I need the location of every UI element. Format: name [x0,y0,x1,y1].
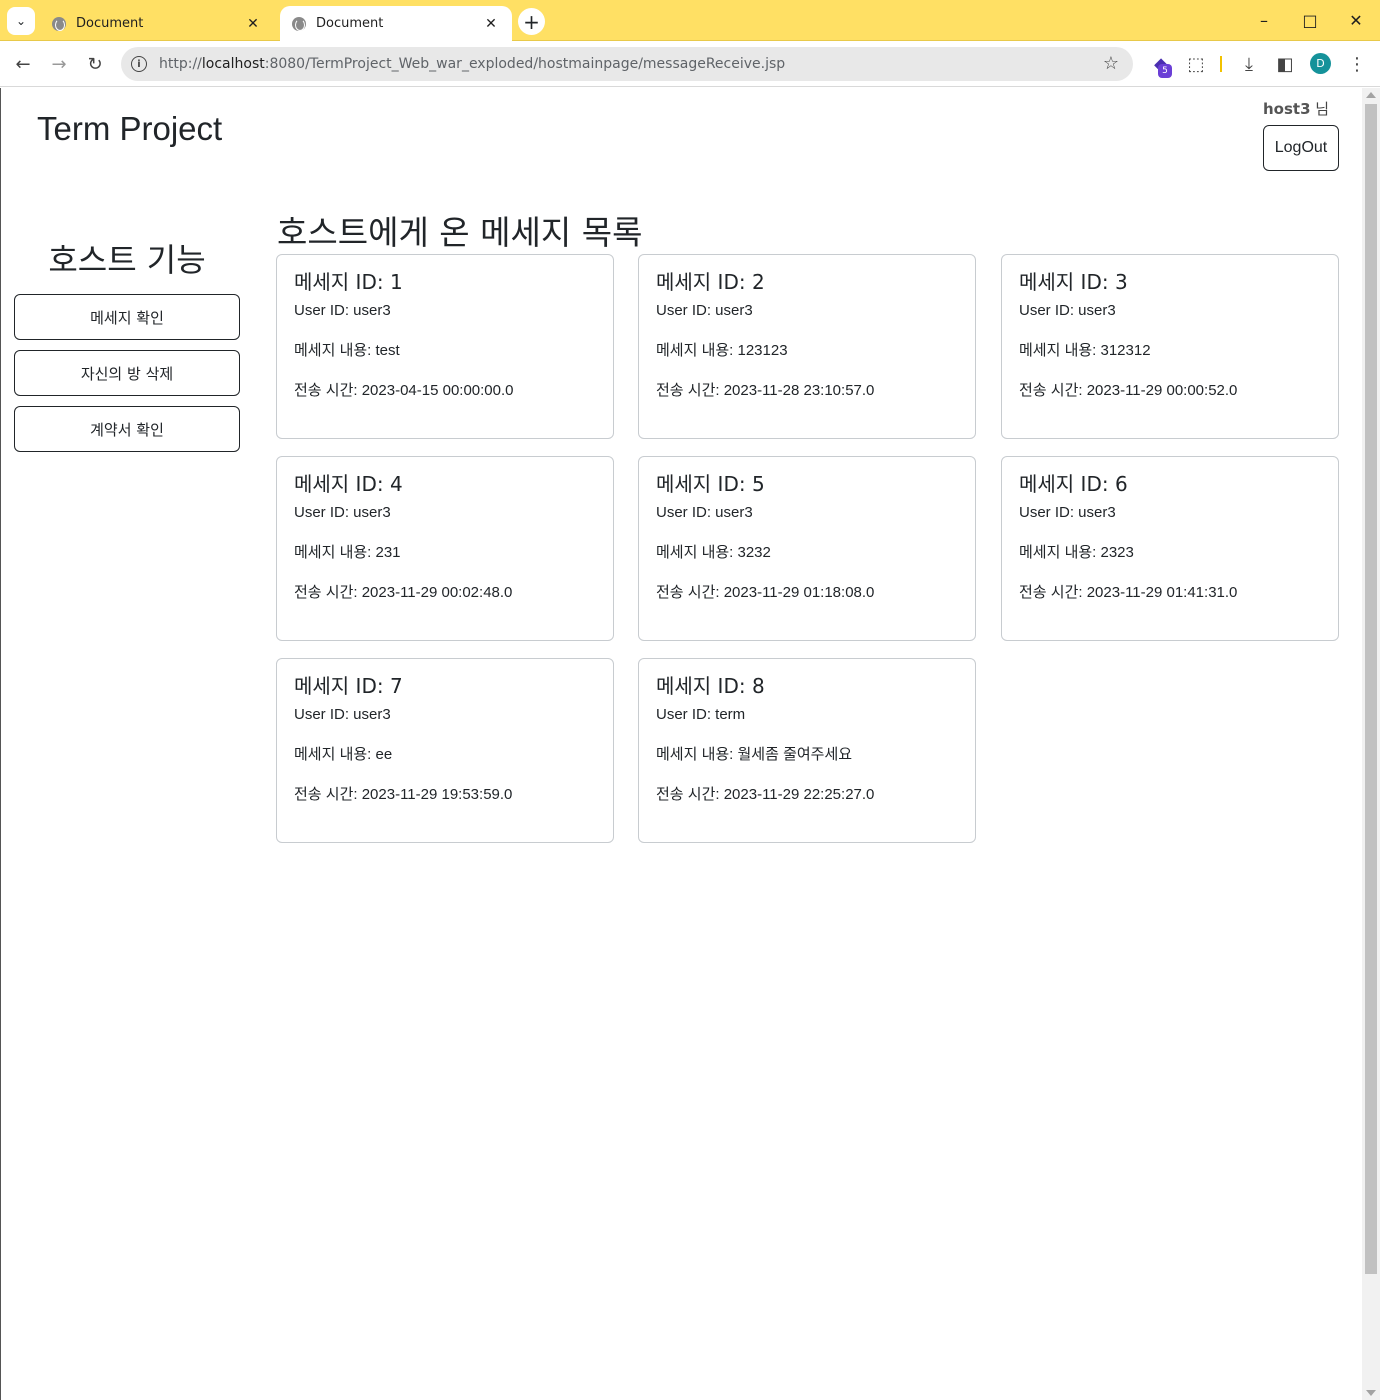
close-tab-icon[interactable]: ✕ [244,15,262,33]
message-id: 메세지 ID: 5 [656,472,765,496]
message-user-id: User ID: user3 [656,302,753,319]
message-user-id: User ID: user3 [1019,504,1116,521]
site-info-icon[interactable]: i [131,56,147,72]
minimize-icon: – [1260,11,1268,30]
globe-icon [292,16,306,31]
message-time: 전송 시간: 2023-11-29 01:18:08.0 [656,584,875,601]
message-time: 전송 시간: 2023-11-28 23:10:57.0 [656,382,875,399]
maximize-button[interactable]: □ [1287,0,1333,41]
message-user-id: User ID: user3 [294,706,391,723]
url-text: http://localhost:8080/TermProject_Web_wa… [159,56,786,72]
sidebar-title: 호스트 기능 [48,241,206,279]
address-bar[interactable]: i http://localhost:8080/TermProject_Web_… [121,47,1133,81]
message-card: 메세지 ID: 4 User ID: user3 메세지 내용: 231 전송 … [276,456,614,641]
sidebar-item-contract-check[interactable]: 계약서 확인 [14,406,240,452]
forward-button[interactable]: → [45,50,73,78]
message-content: 메세지 내용: test [294,342,400,359]
message-time: 전송 시간: 2023-11-29 19:53:59.0 [294,786,513,803]
message-time: 전송 시간: 2023-11-29 00:02:48.0 [294,584,513,601]
close-window-button[interactable]: ✕ [1333,0,1379,41]
reload-icon: ↻ [87,53,103,75]
puzzle-icon: ⬚ [1187,53,1205,75]
tab-strip: ⌄ Document ✕ Document ✕ + – □ ✕ [0,0,1380,41]
extensions-menu-button[interactable]: ⬚ [1182,50,1210,78]
minimize-button[interactable]: – [1241,0,1287,41]
message-id: 메세지 ID: 1 [294,270,403,294]
tab-search-button[interactable]: ⌄ [7,7,35,35]
message-user-id: User ID: user3 [1019,302,1116,319]
tab-title: Document [76,16,144,31]
arrow-right-icon: → [51,53,67,75]
message-card: 메세지 ID: 8 User ID: term 메세지 내용: 월세좀 줄여주세… [638,658,976,843]
vertical-scrollbar[interactable] [1362,88,1380,1400]
back-button[interactable]: ← [9,50,37,78]
username: host3 [1263,100,1311,118]
new-tab-button[interactable]: + [518,8,545,35]
toolbar-divider [1220,56,1222,72]
message-id: 메세지 ID: 3 [1019,270,1128,294]
message-time: 전송 시간: 2023-11-29 00:00:52.0 [1019,382,1238,399]
reload-button[interactable]: ↻ [81,50,109,78]
globe-icon [52,16,66,31]
message-id: 메세지 ID: 2 [656,270,765,294]
message-time: 전송 시간: 2023-11-29 22:25:27.0 [656,786,875,803]
extension-badge: 5 [1158,64,1172,78]
message-card: 메세지 ID: 7 User ID: user3 메세지 내용: ee 전송 시… [276,658,614,843]
site-brand[interactable]: Term Project [37,110,222,148]
download-icon: ⤓ [1245,53,1253,75]
tab-title: Document [316,16,384,31]
sidebar-item-message-check[interactable]: 메세지 확인 [14,294,240,340]
page-content: Term Project host3 님 LogOut 호스트 기능 메세지 확… [0,88,1362,1400]
message-content: 메세지 내용: 2323 [1019,544,1134,561]
message-time: 전송 시간: 2023-04-15 00:00:00.0 [294,382,514,399]
browser-tab-1[interactable]: Document ✕ [40,6,274,41]
more-vertical-icon: ⋮ [1348,53,1366,75]
sidebar-item-delete-room[interactable]: 자신의 방 삭제 [14,350,240,396]
plus-icon: + [523,9,540,34]
user-greeting: host3 님 [1263,98,1329,119]
arrow-left-icon: ← [15,53,31,75]
message-time: 전송 시간: 2023-11-29 01:41:31.0 [1019,584,1238,601]
message-user-id: User ID: user3 [294,302,391,319]
message-content: 메세지 내용: ee [294,746,393,763]
message-user-id: User ID: user3 [294,504,391,521]
message-user-id: User ID: term [656,706,746,723]
browser-menu-button[interactable]: ⋮ [1343,50,1371,78]
side-panel-button[interactable]: ◧ [1271,50,1299,78]
downloads-button[interactable]: ⤓ [1235,50,1263,78]
message-id: 메세지 ID: 7 [294,674,403,698]
close-tab-icon[interactable]: ✕ [482,15,500,33]
message-card: 메세지 ID: 3 User ID: user3 메세지 내용: 312312 … [1001,254,1339,439]
profile-avatar[interactable]: D [1310,53,1331,74]
message-id: 메세지 ID: 6 [1019,472,1128,496]
message-id: 메세지 ID: 4 [294,472,403,496]
message-card: 메세지 ID: 5 User ID: user3 메세지 내용: 3232 전송… [638,456,976,641]
message-card: 메세지 ID: 2 User ID: user3 메세지 내용: 123123 … [638,254,976,439]
scrollbar-thumb[interactable] [1365,104,1377,1274]
bookmark-star-icon[interactable]: ☆ [1103,53,1119,74]
scroll-down-icon[interactable] [1366,1390,1376,1396]
message-content: 메세지 내용: 231 [294,544,401,561]
message-content: 메세지 내용: 월세좀 줄여주세요 [656,746,853,763]
message-content: 메세지 내용: 3232 [656,544,771,561]
message-content: 메세지 내용: 123123 [656,342,788,359]
browser-toolbar: ← → ↻ i http://localhost:8080/TermProjec… [0,41,1380,87]
logout-button[interactable]: LogOut [1263,125,1339,171]
message-user-id: User ID: user3 [656,504,753,521]
page-title: 호스트에게 온 메세지 목록 [277,213,643,252]
side-panel-icon: ◧ [1276,53,1294,75]
message-card: 메세지 ID: 1 User ID: user3 메세지 내용: test 전송… [276,254,614,439]
message-content: 메세지 내용: 312312 [1019,342,1151,359]
username-suffix: 님 [1310,100,1330,118]
close-icon: ✕ [1349,11,1363,30]
chevron-down-icon: ⌄ [15,14,27,28]
maximize-icon: □ [1302,11,1318,30]
scroll-up-icon[interactable] [1366,92,1376,98]
browser-tab-2[interactable]: Document ✕ [280,6,512,41]
message-card: 메세지 ID: 6 User ID: user3 메세지 내용: 2323 전송… [1001,456,1339,641]
message-id: 메세지 ID: 8 [656,674,765,698]
